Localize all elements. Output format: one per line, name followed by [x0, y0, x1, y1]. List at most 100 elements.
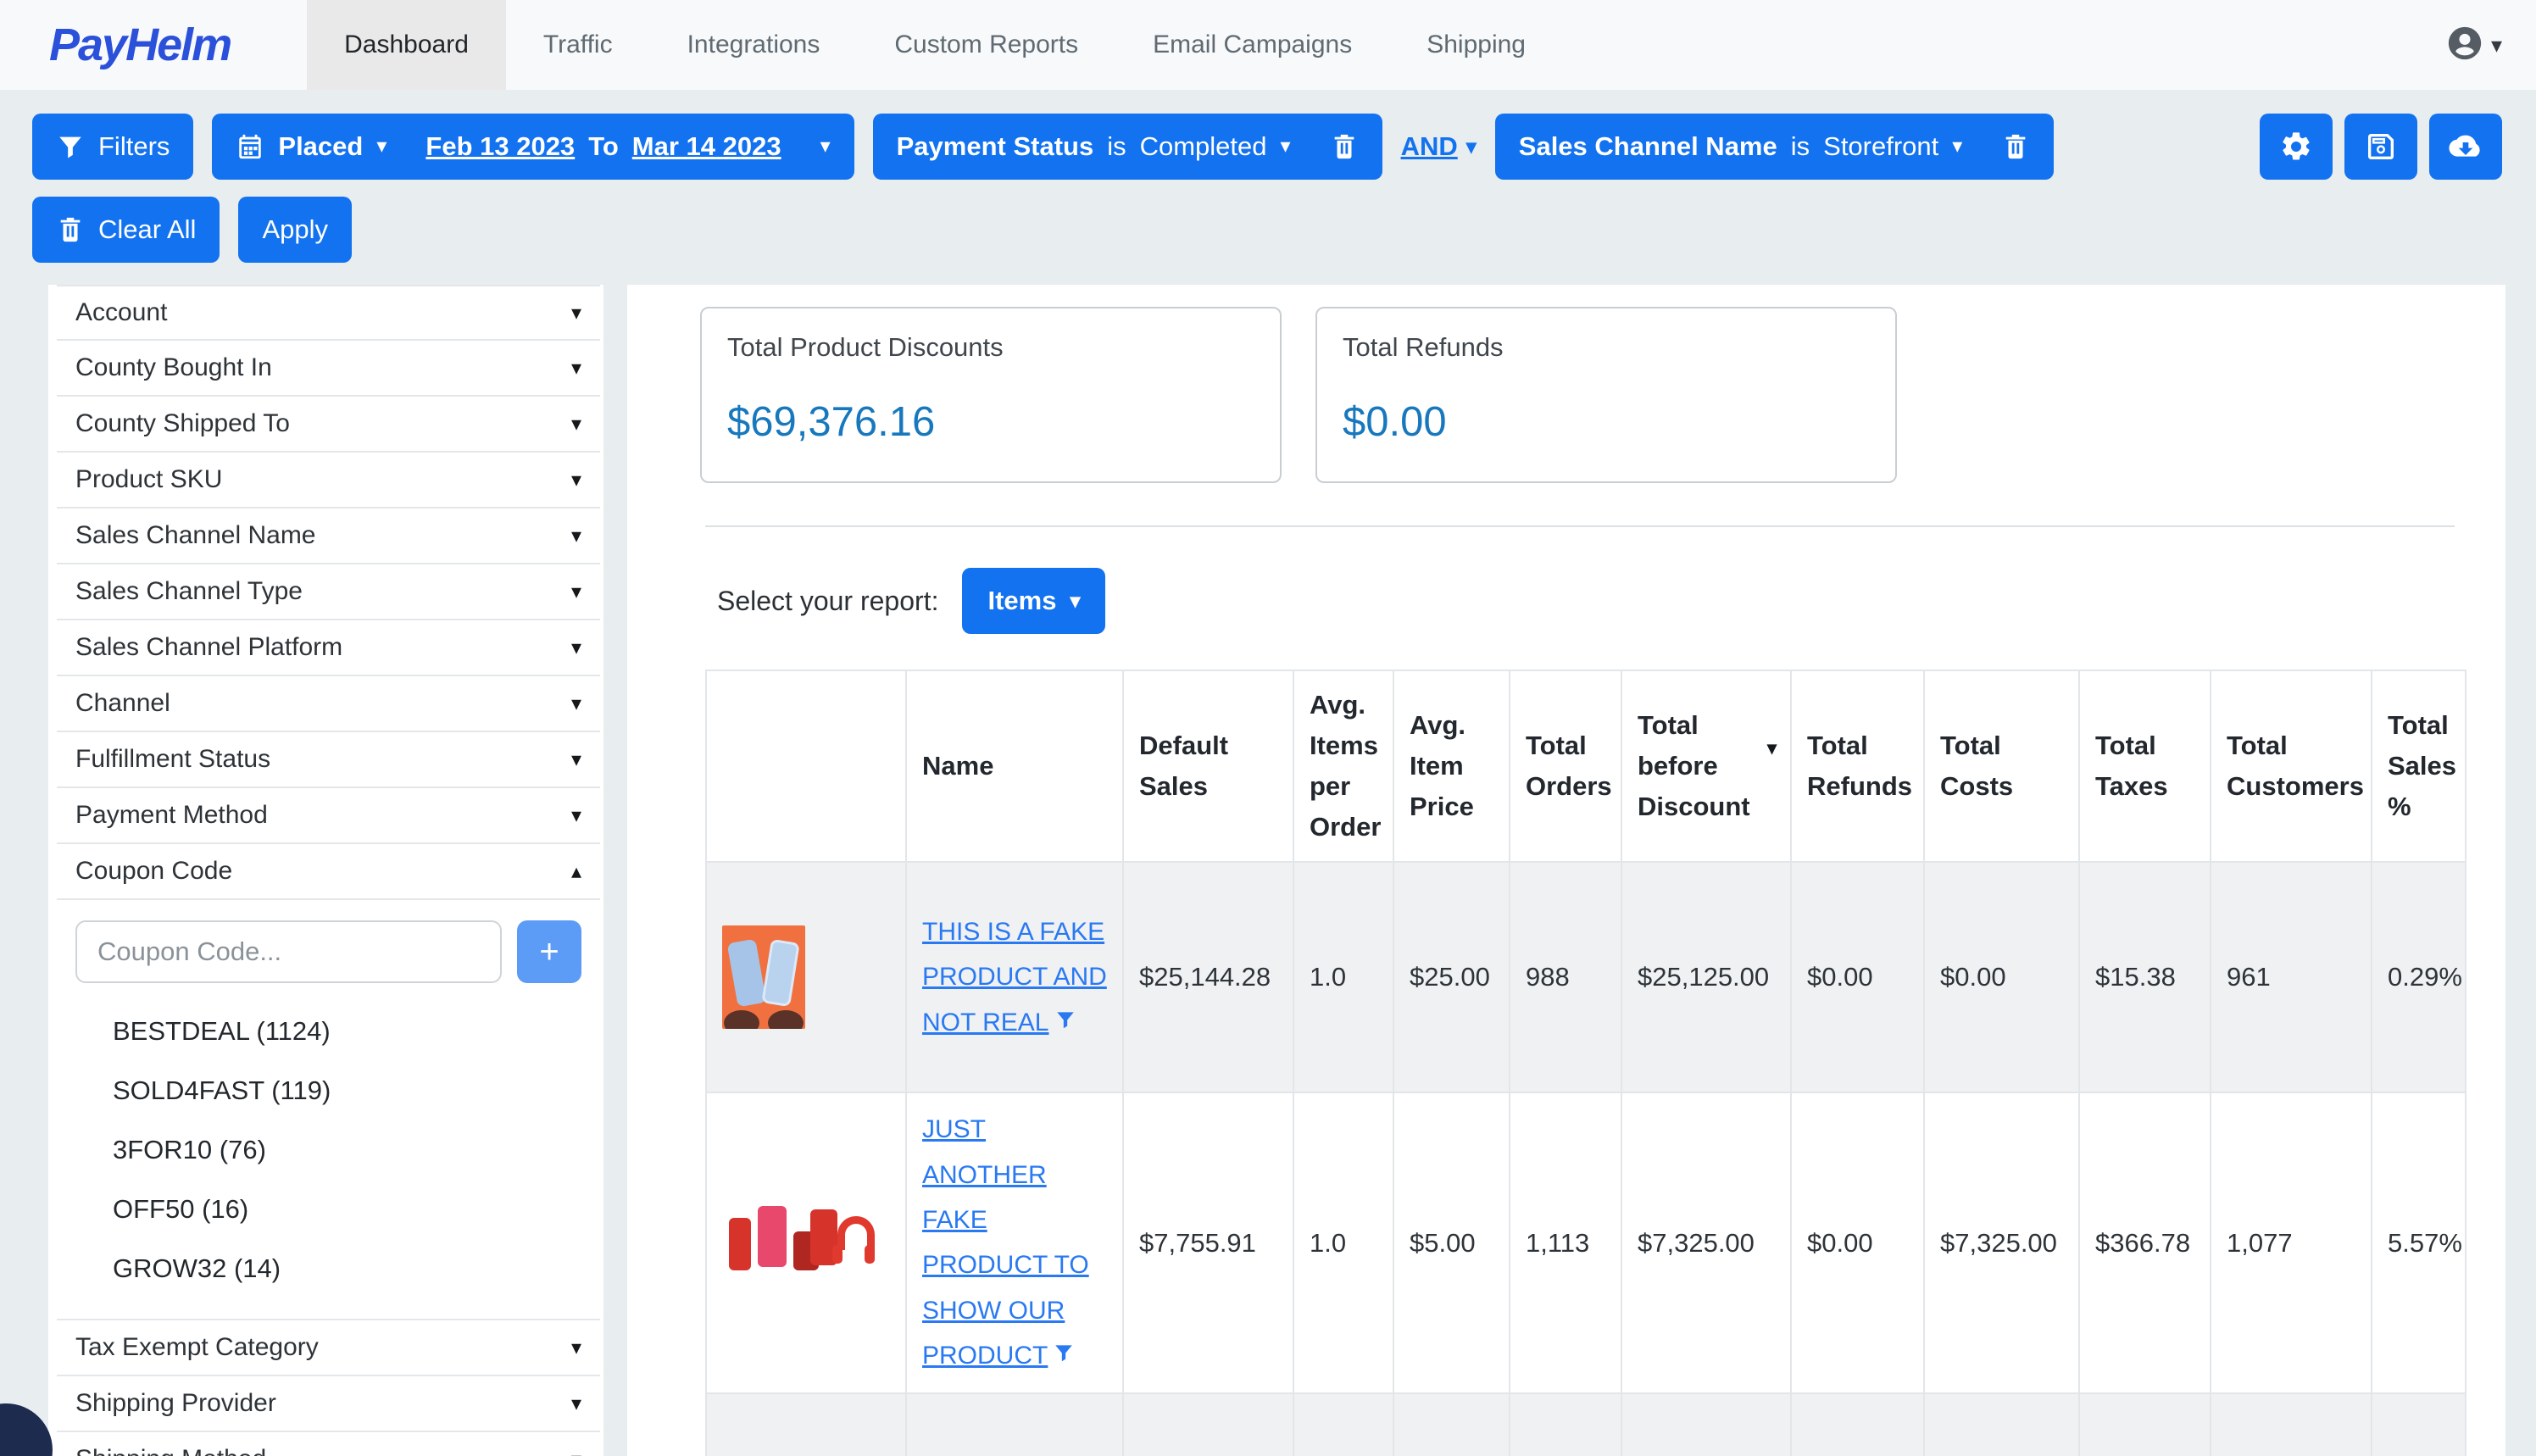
sidebar-item-label: Shipping Provider	[75, 1389, 276, 1418]
date-range-filter[interactable]: Placed ▾ Feb 13 2023 To Mar 14 2023 ▾	[212, 114, 854, 180]
chevron-down-icon: ▾	[571, 1336, 581, 1360]
sidebar-item-payment-method[interactable]: Payment Method ▾	[57, 788, 600, 844]
person-icon	[2445, 24, 2484, 67]
sidebar-item-label: Sales Channel Platform	[75, 633, 342, 662]
payhelm-logo[interactable]: PayHelm	[0, 0, 281, 90]
col-total-sales-pct[interactable]: Total Sales %	[2372, 670, 2466, 862]
tab-shipping[interactable]: Shipping	[1389, 0, 1563, 90]
avg-items-cell: 1.0	[1293, 862, 1393, 1092]
filter-sidebar: Account ▾ County Bought In ▾ County Ship…	[48, 285, 603, 1456]
coupon-code-item[interactable]: 3FOR10 (76)	[113, 1120, 581, 1180]
save-icon	[2364, 130, 2398, 164]
chevron-down-icon: ▾	[820, 136, 831, 157]
export-button[interactable]	[2429, 114, 2502, 180]
customers-cell: 961	[2211, 862, 2372, 1092]
funnel-icon[interactable]	[1054, 1000, 1076, 1022]
col-total-taxes[interactable]: Total Taxes	[2079, 670, 2211, 862]
sidebar-item-label: Sales Channel Type	[75, 577, 303, 606]
card-title: Total Refunds	[1343, 332, 1870, 363]
before-discount-cell: $7,325.00	[1621, 1092, 1791, 1392]
sidebar-item-fulfillment-status[interactable]: Fulfillment Status ▾	[57, 732, 600, 788]
sidebar-item-shipping-method[interactable]: Shipping Method ▾	[57, 1432, 600, 1456]
date-field-label: Placed	[278, 131, 363, 162]
costs-cell: $2,866.00	[1924, 1393, 2079, 1456]
chevron-down-icon: ▾	[571, 1448, 581, 1456]
total-orders-cell: 988	[1510, 862, 1621, 1092]
col-name[interactable]: Name	[906, 670, 1123, 862]
avg-items-cell: 1.5	[1293, 1393, 1393, 1456]
sidebar-item-label: Shipping Method	[75, 1445, 266, 1456]
sidebar-item-sales-channel-name[interactable]: Sales Channel Name ▾	[57, 508, 600, 564]
sidebar-item-shipping-provider[interactable]: Shipping Provider ▾	[57, 1376, 600, 1432]
chevron-down-icon: ▾	[1281, 136, 1291, 157]
product-name-link[interactable]: THIS IS A FAKE PRODUCT AND NOT REAL	[922, 918, 1107, 1036]
tab-traffic[interactable]: Traffic	[506, 0, 650, 90]
sidebar-item-channel[interactable]: Channel ▾	[57, 676, 600, 732]
customers-cell: 1,077	[2211, 1092, 2372, 1392]
add-coupon-button[interactable]: +	[517, 920, 581, 983]
col-image	[706, 670, 906, 862]
total-product-discounts-card: Total Product Discounts $69,376.16	[700, 307, 1282, 483]
product-image	[722, 925, 805, 1029]
sales-channel-filter[interactable]: Sales Channel Name is Storefront ▾	[1495, 114, 2055, 180]
sidebar-item-county-bought-in[interactable]: County Bought In ▾	[57, 341, 600, 397]
funnel-icon[interactable]	[1053, 1333, 1075, 1355]
col-avg-item-price[interactable]: Avg. Item Price	[1393, 670, 1510, 862]
sidebar-item-coupon-code[interactable]: Coupon Code ▴	[57, 844, 600, 900]
table-row: JUST ANOTHER FAKE PRODUCT TO SHOW OUR PR…	[706, 1092, 2466, 1392]
chevron-down-icon: ▾	[376, 136, 387, 157]
sidebar-item-county-shipped-to[interactable]: County Shipped To ▾	[57, 397, 600, 453]
trash-icon[interactable]	[1330, 132, 1359, 161]
gear-icon	[2279, 130, 2313, 164]
product-name-link[interactable]: JUST ANOTHER FAKE PRODUCT TO SHOW OUR PR…	[922, 1115, 1089, 1370]
tab-dashboard[interactable]: Dashboard	[307, 0, 506, 90]
filters-button[interactable]: Filters	[32, 114, 193, 180]
coupon-code-item[interactable]: BESTDEAL (1124)	[113, 1002, 581, 1061]
chevron-down-icon: ▾	[571, 524, 581, 548]
col-total-orders[interactable]: Total Orders	[1510, 670, 1621, 862]
coupon-code-item[interactable]: SOLD4FAST (119)	[113, 1061, 581, 1120]
tab-email-campaigns[interactable]: Email Campaigns	[1115, 0, 1389, 90]
sidebar-item-product-sku[interactable]: Product SKU ▾	[57, 453, 600, 508]
tab-custom-reports[interactable]: Custom Reports	[857, 0, 1115, 90]
sidebar-item-sales-channel-platform[interactable]: Sales Channel Platform ▾	[57, 620, 600, 676]
col-avg-items-per-order[interactable]: Avg. Items per Order	[1293, 670, 1393, 862]
chevron-down-icon: ▾	[1466, 135, 1477, 159]
sidebar-item-label: Tax Exempt Category	[75, 1333, 319, 1362]
trash-icon[interactable]	[2001, 132, 2030, 161]
sidebar-item-label: County Shipped To	[75, 409, 290, 438]
taxes-cell: $15.38	[2079, 862, 2211, 1092]
col-total-costs[interactable]: Total Costs	[1924, 670, 2079, 862]
coupon-code-item[interactable]: OFF50 (16)	[113, 1180, 581, 1239]
sidebar-item-tax-exempt-category[interactable]: Tax Exempt Category ▾	[57, 1320, 600, 1376]
items-report-table: Name Default Sales Avg. Items per Order …	[705, 670, 2466, 1456]
apply-button[interactable]: Apply	[238, 197, 352, 263]
settings-button[interactable]	[2260, 114, 2333, 180]
chevron-down-icon: ▾	[1070, 589, 1080, 614]
before-discount-cell: $7,045.00	[1621, 1393, 1791, 1456]
sidebar-item-sales-channel-type[interactable]: Sales Channel Type ▾	[57, 564, 600, 620]
save-button[interactable]	[2344, 114, 2417, 180]
chevron-down-icon: ▾	[571, 580, 581, 604]
col-total-before-discount[interactable]: Total before Discount ▾	[1621, 670, 1791, 862]
col-total-customers[interactable]: Total Customers	[2211, 670, 2372, 862]
user-menu[interactable]: ▾	[2445, 0, 2536, 90]
nav-tabs: Dashboard Traffic Integrations Custom Re…	[307, 0, 1563, 90]
coupon-code-item[interactable]: GROW32 (14)	[113, 1239, 581, 1298]
chevron-down-icon: ▾	[571, 636, 581, 660]
refunds-cell: $0.00	[1791, 1092, 1924, 1392]
clear-all-button[interactable]: Clear All	[32, 197, 220, 263]
report-type-dropdown[interactable]: Items ▾	[962, 568, 1105, 634]
date-from[interactable]: Feb 13 2023	[425, 131, 575, 162]
col-total-refunds[interactable]: Total Refunds	[1791, 670, 1924, 862]
coupon-code-input[interactable]	[75, 920, 502, 983]
condition-connector[interactable]: AND ▾	[1401, 131, 1477, 162]
col-default-sales[interactable]: Default Sales	[1123, 670, 1293, 862]
table-row: THIS IS A FAKE PRODUCT AND NOT REAL $25,…	[706, 862, 2466, 1092]
sidebar-item-label: County Bought In	[75, 353, 272, 382]
payment-status-filter[interactable]: Payment Status is Completed ▾	[873, 114, 1382, 180]
tab-integrations[interactable]: Integrations	[650, 0, 858, 90]
sidebar-item-account[interactable]: Account ▾	[57, 285, 600, 341]
sidebar-item-label: Account	[75, 298, 167, 327]
date-to[interactable]: Mar 14 2023	[632, 131, 781, 162]
